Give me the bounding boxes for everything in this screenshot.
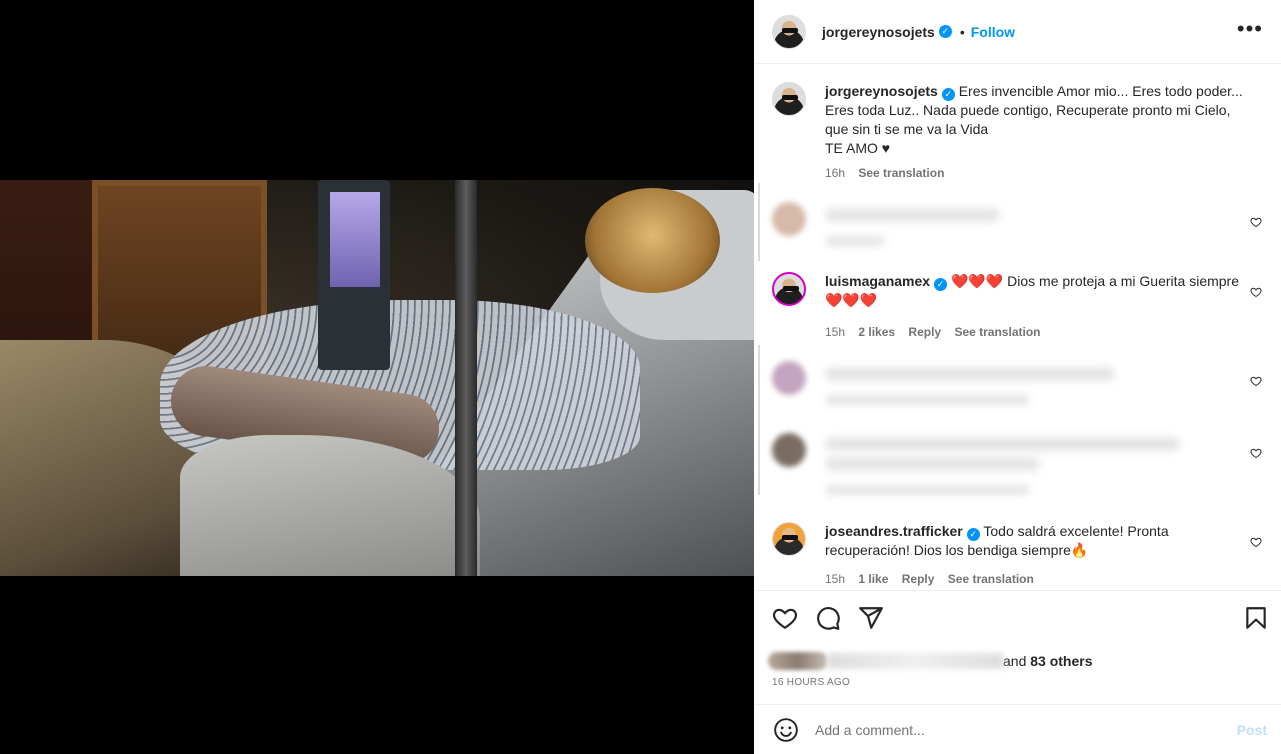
comment-heart-icon[interactable]: [1250, 375, 1262, 387]
comment-reply[interactable]: Reply: [902, 572, 935, 586]
header-separator: •: [959, 23, 965, 40]
commenter-username[interactable]: luismaganamex: [825, 273, 930, 289]
likes-count[interactable]: and 83 others: [1003, 653, 1093, 669]
smiley-icon[interactable]: [773, 717, 799, 743]
blurred-text: [825, 367, 1115, 381]
blurred-text: [825, 208, 1000, 222]
comment-text: luismaganamex ✓ ❤️❤️❤️ Dios me proteja a …: [825, 272, 1245, 310]
photo-patient-hair: [585, 188, 720, 293]
comment-composer: Post: [754, 704, 1281, 754]
bookmark-icon[interactable]: [1243, 605, 1269, 631]
photo-monitor-screen: [330, 192, 380, 287]
comment-meta: 15h 1 like Reply See translation: [825, 572, 1044, 586]
follow-button[interactable]: Follow: [971, 24, 1015, 40]
blurred-avatar: [772, 433, 806, 467]
post-timestamp[interactable]: 16 HOURS AGO: [772, 677, 850, 688]
blurred-thread-line: [758, 183, 760, 261]
comment-time[interactable]: 15h: [825, 572, 845, 586]
caption-time[interactable]: 16h: [825, 166, 845, 180]
caption-meta: 16h See translation: [825, 166, 954, 180]
caption-see-translation[interactable]: See translation: [858, 166, 944, 180]
commenter-avatar[interactable]: [772, 522, 806, 556]
blurred-meta: [825, 395, 1030, 405]
more-options-icon[interactable]: •••: [1237, 18, 1263, 40]
verified-badge-icon: ✓: [934, 278, 948, 291]
comment-time[interactable]: 15h: [825, 325, 845, 339]
verified-badge-icon: ✓: [941, 88, 955, 101]
comment-see-translation[interactable]: See translation: [954, 325, 1040, 339]
comment-likes[interactable]: 2 likes: [858, 325, 895, 339]
post-photo[interactable]: [0, 180, 754, 576]
likes-and: and: [1003, 653, 1027, 669]
blurred-avatar: [772, 202, 806, 236]
blurred-meta: [825, 236, 885, 246]
caption-author-avatar[interactable]: [772, 82, 806, 116]
caption-username[interactable]: jorgereynosojets: [825, 83, 938, 99]
commenter-username[interactable]: joseandres.trafficker: [825, 523, 963, 539]
blurred-thread-line: [758, 345, 760, 495]
comment-likes[interactable]: 1 like: [858, 572, 888, 586]
blurred-text: [825, 457, 1040, 471]
blurred-meta: [825, 485, 1030, 495]
caption: jorgereynosojets ✓ Eres invencible Amor m…: [772, 82, 1272, 182]
photo-iv-pole: [455, 180, 477, 576]
comment-heart-icon[interactable]: [1250, 216, 1262, 228]
commenter-avatar[interactable]: [772, 272, 806, 306]
blurred-comment: [772, 433, 1272, 503]
author-username[interactable]: jorgereynosojets: [822, 24, 935, 40]
comment-heart-icon[interactable]: [1250, 447, 1262, 459]
verified-badge-icon: ✓: [938, 25, 952, 38]
verified-badge-icon: ✓: [966, 528, 980, 541]
comment-heart-icon[interactable]: [1250, 286, 1262, 298]
post-side-panel: jorgereynosojets ✓ • Follow ••• jorgerey…: [754, 0, 1281, 754]
comment-reply[interactable]: Reply: [908, 325, 941, 339]
comment-bubble-icon[interactable]: [815, 605, 841, 631]
comment-heart-icon[interactable]: [1250, 536, 1262, 548]
author-avatar[interactable]: [772, 14, 806, 49]
blurred-text: [825, 437, 1180, 451]
paper-plane-icon[interactable]: [858, 605, 884, 631]
post-media-area: [0, 0, 754, 754]
blurred-comment: [772, 361, 1272, 421]
post-header: jorgereynosojets ✓ • Follow •••: [754, 0, 1281, 64]
caption-body-line2: TE AMO ♥: [825, 140, 891, 156]
post-comment-button[interactable]: Post: [1237, 722, 1267, 738]
likes-summary[interactable]: and 83 others: [768, 651, 1093, 671]
liker-names-blurred: [828, 653, 1003, 669]
comment-item: luismaganamex ✓ ❤️❤️❤️ Dios me proteja a …: [772, 272, 1272, 342]
comment-see-translation[interactable]: See translation: [948, 572, 1034, 586]
comment-item: joseandres.trafficker ✓ Todo saldrá excel…: [772, 522, 1272, 590]
comment-meta: 15h 2 likes Reply See translation: [825, 325, 1050, 339]
comment-input[interactable]: [815, 721, 1205, 738]
likes-others[interactable]: 83 others: [1030, 653, 1092, 669]
heart-icon[interactable]: [772, 605, 798, 631]
blurred-avatar: [772, 361, 806, 395]
comments-list[interactable]: jorgereynosojets ✓ Eres invencible Amor m…: [754, 65, 1281, 590]
comment-text: joseandres.trafficker ✓ Todo saldrá excel…: [825, 522, 1245, 560]
caption-text: jorgereynosojets ✓ Eres invencible Amor m…: [825, 82, 1245, 158]
liker-avatars-blurred: [768, 652, 828, 670]
blurred-comment: [772, 202, 1272, 252]
